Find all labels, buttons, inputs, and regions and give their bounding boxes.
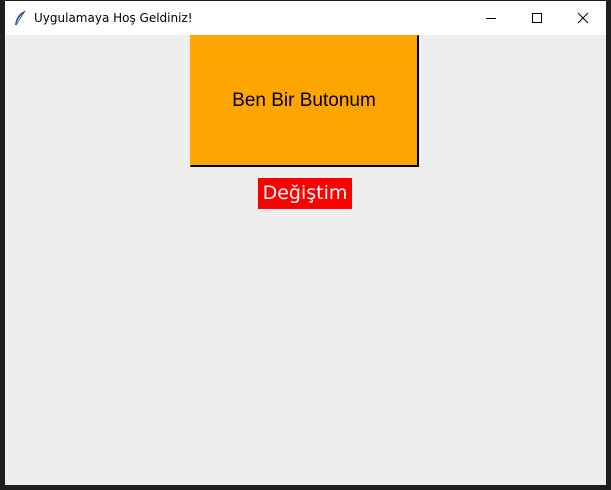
main-button[interactable]: Ben Bir Butonum [190, 35, 419, 167]
title-bar[interactable]: Uygulamaya Hoş Geldiniz! [5, 1, 606, 35]
feather-icon [13, 10, 27, 26]
main-button-label: Ben Bir Butonum [232, 89, 376, 111]
close-button[interactable] [560, 1, 606, 35]
close-icon [577, 12, 589, 24]
window-title: Uygulamaya Hoş Geldiniz! [34, 11, 193, 25]
maximize-icon [532, 13, 542, 23]
maximize-button[interactable] [514, 1, 560, 35]
status-label: Değiştim [258, 178, 352, 209]
minimize-icon [486, 18, 496, 19]
minimize-button[interactable] [468, 1, 514, 35]
app-window: Uygulamaya Hoş Geldiniz! Ben Bir Butonum… [0, 0, 611, 490]
client-area: Ben Bir Butonum Değiştim [5, 35, 606, 485]
